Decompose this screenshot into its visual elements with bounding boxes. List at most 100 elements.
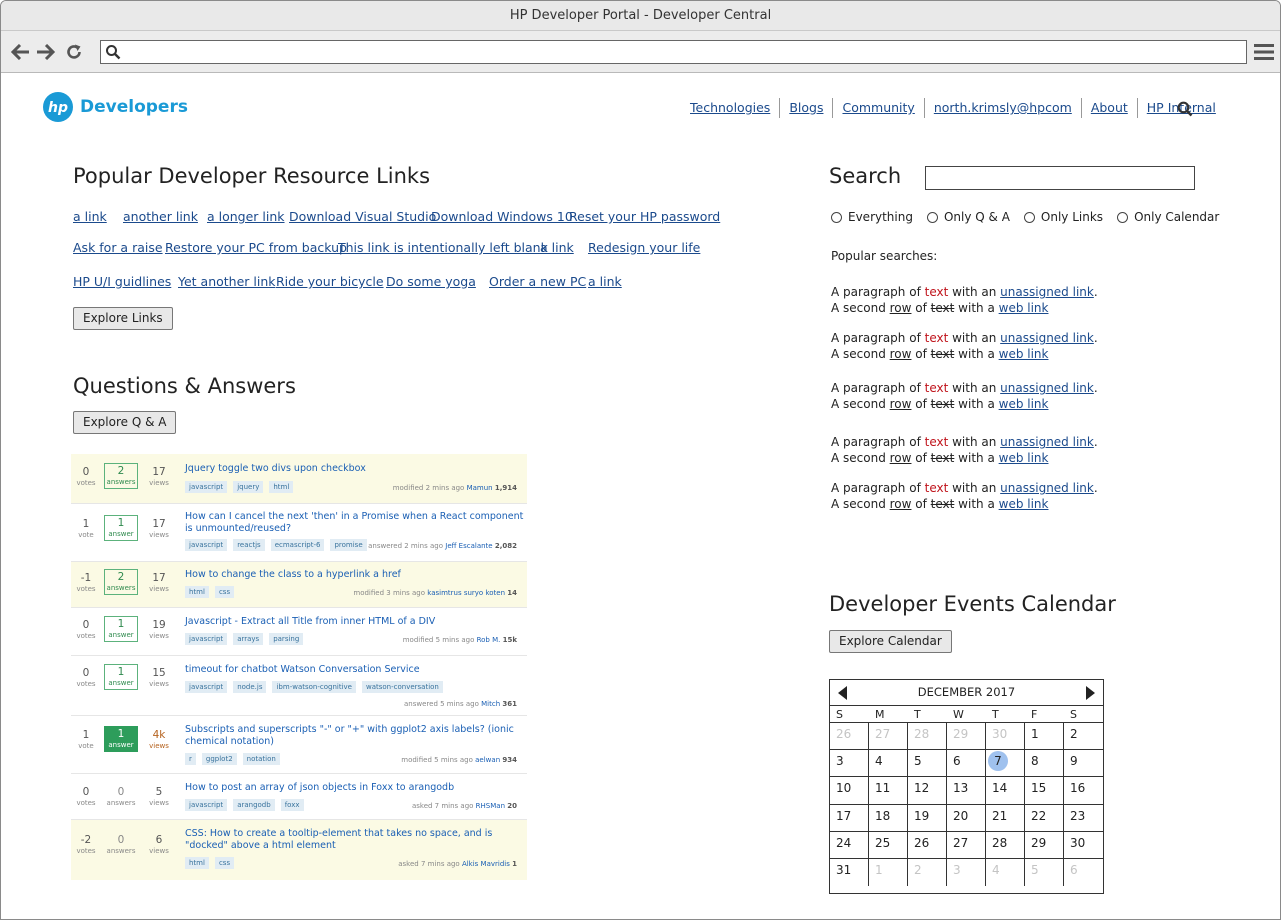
unassigned-link[interactable]: unassigned link xyxy=(1000,435,1094,449)
address-bar[interactable] xyxy=(100,40,1247,64)
resource-link[interactable]: Do some yoga xyxy=(386,274,476,289)
calendar-day[interactable]: 15 xyxy=(1025,777,1064,805)
nav-user-account[interactable]: north.krimsly@hpcom xyxy=(923,98,1081,118)
calendar-day[interactable]: 22 xyxy=(1025,804,1064,832)
back-arrow-icon[interactable] xyxy=(10,41,32,63)
tag[interactable]: css xyxy=(214,857,235,869)
radio-button[interactable] xyxy=(1023,211,1035,223)
qa-item[interactable]: -2 votes 0 answers 6 views CSS: How to crea… xyxy=(71,820,527,880)
calendar-day[interactable]: 5 xyxy=(1025,858,1064,887)
search-input[interactable] xyxy=(925,166,1195,190)
unassigned-link[interactable]: unassigned link xyxy=(1000,331,1094,345)
calendar-day[interactable]: 31 xyxy=(830,858,869,887)
tag[interactable]: node.js xyxy=(233,681,267,693)
resource-link[interactable]: Order a new PC xyxy=(489,274,586,289)
calendar-day[interactable]: 24 xyxy=(830,831,869,859)
calendar-day[interactable]: 3 xyxy=(947,858,986,887)
explore-calendar-button[interactable]: Explore Calendar xyxy=(829,630,952,653)
resource-link[interactable]: a link xyxy=(73,209,107,224)
resource-link[interactable]: another link xyxy=(123,209,198,224)
calendar-day[interactable]: 11 xyxy=(869,777,908,805)
nav-blogs[interactable]: Blogs xyxy=(779,98,832,118)
resource-link[interactable]: Yet another link xyxy=(178,274,276,289)
calendar-day[interactable]: 8 xyxy=(1025,750,1064,778)
qa-item[interactable]: 1 vote 1 answer 17 views How can I cancel t… xyxy=(71,504,527,562)
calendar-day[interactable]: 14 xyxy=(986,777,1025,805)
radio-everything[interactable]: Everything xyxy=(831,210,913,224)
tag[interactable]: jquery xyxy=(233,481,264,493)
resource-link[interactable]: Restore your PC from backup xyxy=(165,240,347,255)
explore-qa-button[interactable]: Explore Q & A xyxy=(73,411,177,434)
calendar-day[interactable]: 28 xyxy=(908,723,947,751)
tag[interactable]: r xyxy=(185,753,196,765)
user-link[interactable]: Jeff Escalante xyxy=(445,542,492,550)
calendar-day[interactable]: 9 xyxy=(1064,750,1103,778)
tag[interactable]: foxx xyxy=(280,799,304,811)
user-link[interactable]: Mitch xyxy=(481,700,500,708)
resource-link[interactable]: Download Windows 10 xyxy=(431,209,573,224)
tag[interactable]: ecmascript-6 xyxy=(270,539,325,551)
user-link[interactable]: kasimtrus suryo koten xyxy=(427,589,505,597)
resource-link[interactable]: Ask for a raise xyxy=(73,240,163,255)
web-link[interactable]: web link xyxy=(999,397,1049,411)
calendar-day[interactable]: 21 xyxy=(986,804,1025,832)
resource-link[interactable]: This link is intentionally left blank xyxy=(338,240,548,255)
tag[interactable]: javascript xyxy=(185,481,228,493)
tag[interactable]: javascript xyxy=(185,539,228,551)
tag[interactable]: ibm-watson-cognitive xyxy=(272,681,356,693)
unassigned-link[interactable]: unassigned link xyxy=(1000,381,1094,395)
radio-only-qa[interactable]: Only Q & A xyxy=(926,210,1010,224)
tag[interactable]: javascript xyxy=(185,633,228,645)
tag[interactable]: html xyxy=(185,586,209,598)
tag[interactable]: arrays xyxy=(233,633,264,645)
calendar-day[interactable]: 18 xyxy=(869,804,908,832)
explore-links-button[interactable]: Explore Links xyxy=(73,307,173,330)
resource-link[interactable]: a longer link xyxy=(207,209,285,224)
resource-link[interactable]: HP U/I guidlines xyxy=(73,274,171,289)
web-link[interactable]: web link xyxy=(999,497,1049,511)
tag[interactable]: javascript xyxy=(185,799,228,811)
resource-link[interactable]: a link xyxy=(540,240,574,255)
calendar-day[interactable]: 2 xyxy=(1064,723,1103,751)
tag[interactable]: parsing xyxy=(269,633,304,645)
nav-community[interactable]: Community xyxy=(832,98,923,118)
calendar-day[interactable]: 25 xyxy=(869,831,908,859)
calendar-day[interactable]: 5 xyxy=(908,750,947,778)
calendar-day[interactable]: 3 xyxy=(830,750,869,778)
tag[interactable]: css xyxy=(214,586,235,598)
search-icon[interactable] xyxy=(1177,101,1193,121)
question-title[interactable]: How can I cancel the next 'then' in a Pr… xyxy=(185,511,525,535)
calendar-day[interactable]: 6 xyxy=(947,750,986,778)
tag[interactable]: notation xyxy=(242,753,280,765)
hp-developers-logo[interactable]: hp Developers xyxy=(42,91,188,123)
tag[interactable]: ggplot2 xyxy=(201,753,237,765)
calendar-day[interactable]: 30 xyxy=(986,723,1025,751)
calendar-day[interactable]: 28 xyxy=(986,831,1025,859)
unassigned-link[interactable]: unassigned link xyxy=(1000,481,1094,495)
qa-item[interactable]: -1 votes 2 answers 17 views How to change t… xyxy=(71,562,527,608)
radio-button[interactable] xyxy=(1117,211,1129,223)
question-title[interactable]: Javascript - Extract all Title from inne… xyxy=(185,616,525,628)
unassigned-link[interactable]: unassigned link xyxy=(1000,285,1094,299)
tag[interactable]: reactjs xyxy=(233,539,265,551)
calendar-day[interactable]: 19 xyxy=(908,804,947,832)
hamburger-menu-icon[interactable] xyxy=(1254,43,1274,61)
calendar-day[interactable]: 1 xyxy=(869,858,908,887)
calendar-day[interactable]: 30 xyxy=(1064,832,1103,859)
calendar-day[interactable]: 29 xyxy=(947,723,986,751)
user-link[interactable]: Alkis Mavridis xyxy=(462,860,510,868)
calendar-day[interactable]: 26 xyxy=(908,831,947,859)
address-input[interactable] xyxy=(125,41,1240,63)
qa-item[interactable]: 0 votes 1 answer 19 views Javascript - Extr… xyxy=(71,608,527,656)
web-link[interactable]: web link xyxy=(999,347,1049,361)
calendar-day[interactable]: 10 xyxy=(830,777,869,805)
question-title[interactable]: CSS: How to create a tooltip-element tha… xyxy=(185,828,525,852)
tag[interactable]: html xyxy=(269,481,294,493)
radio-only-calendar[interactable]: Only Calendar xyxy=(1117,210,1219,224)
user-link[interactable]: Rob M. xyxy=(477,636,501,644)
calendar-day[interactable]: 2 xyxy=(908,858,947,887)
calendar-day[interactable]: 4 xyxy=(869,750,908,778)
calendar-day[interactable]: 13 xyxy=(947,777,986,805)
question-title[interactable]: How to change the class to a hyperlink a… xyxy=(185,569,525,581)
qa-item[interactable]: 0 votes 2 answers 17 views Jquery toggle tw… xyxy=(71,454,527,504)
